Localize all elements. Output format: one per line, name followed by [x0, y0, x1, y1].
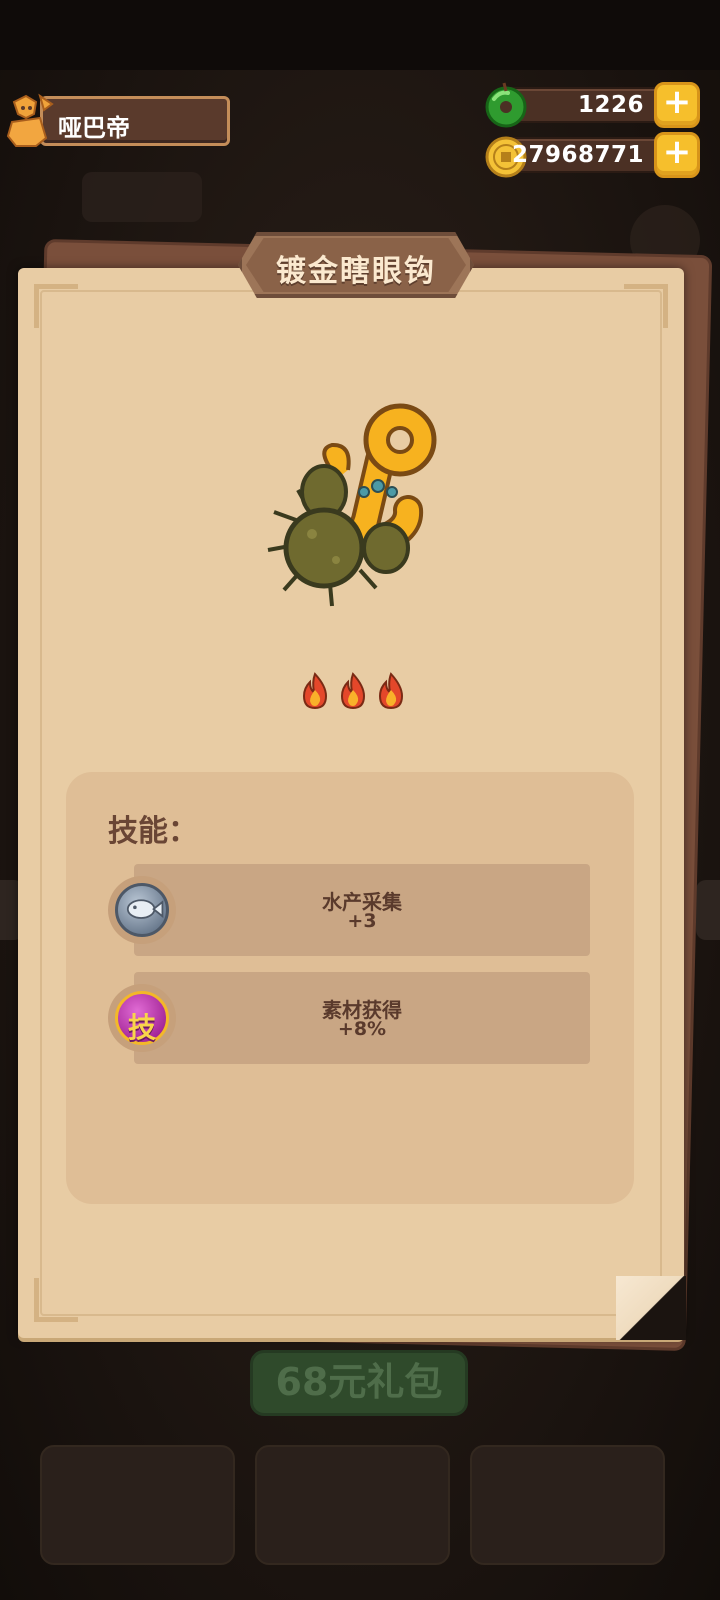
skills-panel: 技能： 水产采集 +3 素材获得 +8% 技 [66, 772, 634, 1204]
skill-tech-icon: 技 [108, 984, 176, 1052]
skill-value: +3 [347, 910, 377, 932]
corner-ornament [34, 1278, 78, 1322]
jade-amount: 1226 [577, 92, 644, 118]
flame-icon [340, 672, 366, 710]
gold-currency: 27968771 + [482, 132, 700, 178]
corner-ornament [624, 284, 668, 328]
skill-row: 水产采集 +3 [134, 864, 590, 956]
dialog-title-plate: 镀金瞎眼钩 [238, 232, 474, 298]
skills-heading: 技能： [108, 814, 198, 849]
player-name: 哑巴帝 [58, 114, 130, 142]
gold-amount: 27968771 [511, 142, 644, 168]
player-avatar-icon [6, 93, 54, 147]
background-card [255, 1445, 450, 1565]
jade-currency: 1226 + [482, 82, 700, 128]
fish-glyph [126, 899, 164, 919]
rarity-flames [300, 672, 420, 712]
gift-package-button: 68元礼包 [250, 1350, 468, 1416]
corner-ornament [34, 284, 78, 328]
background-panel [82, 172, 202, 222]
background-card [470, 1445, 665, 1565]
background-right-tab [696, 880, 720, 940]
skill-tech-glyph: 技 [127, 1011, 156, 1044]
background-card [40, 1445, 235, 1565]
flame-icon [302, 672, 328, 710]
add-jade-button[interactable]: + [654, 82, 700, 128]
skill-value: +8% [337, 1018, 387, 1040]
skill-row: 素材获得 +8% [134, 972, 590, 1064]
add-gold-button[interactable]: + [654, 132, 700, 178]
flame-icon [378, 672, 404, 710]
fish-icon [108, 876, 176, 944]
page-curl [616, 1276, 686, 1340]
jade-icon [485, 82, 527, 128]
status-bar-area [0, 0, 720, 70]
item-title: 镀金瞎眼钩 [276, 254, 436, 289]
player-info[interactable]: 哑巴帝 [6, 92, 230, 148]
hook-item-icon [267, 403, 437, 607]
